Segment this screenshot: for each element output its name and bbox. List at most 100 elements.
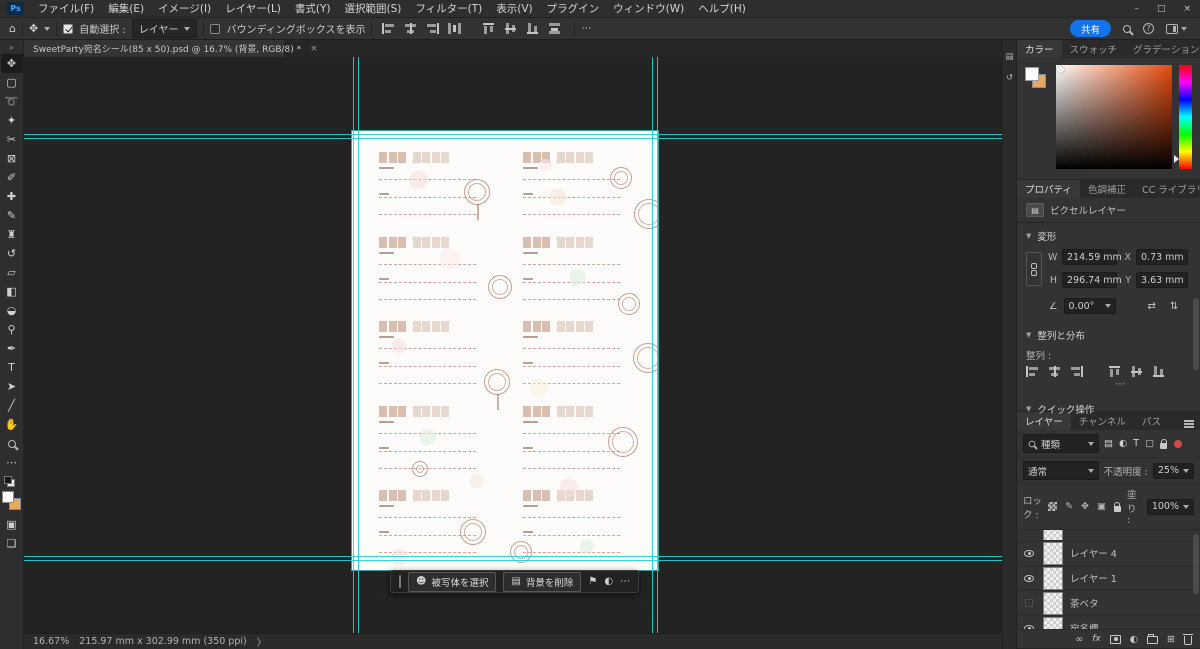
object-selection-tool[interactable]: ✦	[1, 111, 23, 130]
share-button[interactable]: 共有	[1069, 20, 1111, 37]
distribute-h-icon[interactable]	[448, 23, 462, 34]
tab-swatches[interactable]: スウォッチ	[1062, 40, 1126, 58]
guide-horizontal[interactable]	[24, 134, 1002, 135]
edit-toolbar-tool[interactable]: ⋯	[1, 453, 23, 472]
tool-preset-caret-icon[interactable]	[44, 26, 51, 31]
screen-mode-button[interactable]: ❏	[1, 534, 23, 553]
history-brush-tool[interactable]: ↺	[1, 244, 23, 263]
maximize-button[interactable]: □	[1148, 4, 1175, 14]
properties-scrollbar[interactable]	[1193, 298, 1199, 370]
rotation-field[interactable]: 0.00°	[1063, 298, 1116, 314]
close-button[interactable]: ×	[1174, 4, 1200, 14]
layer-row[interactable]: レイヤー 1	[1017, 566, 1200, 591]
visibility-cell[interactable]	[1022, 574, 1036, 582]
smart-object-filter-icon[interactable]	[1160, 438, 1168, 449]
lock-all-icon[interactable]	[1113, 501, 1121, 512]
visibility-cell[interactable]	[1022, 599, 1036, 607]
tab-close-icon[interactable]: ×	[310, 44, 318, 54]
color-field[interactable]	[1056, 65, 1172, 169]
photoshop-logo[interactable]: Ps	[7, 2, 24, 15]
lock-transparent-icon[interactable]	[1048, 502, 1058, 511]
menu-item[interactable]: 編集(E)	[101, 3, 151, 15]
history-panel-icon[interactable]: ↺	[1006, 73, 1013, 83]
link-layers-icon[interactable]: ∞	[1075, 634, 1083, 645]
opacity-dropdown[interactable]: 25%	[1152, 462, 1194, 479]
menu-item[interactable]: レイヤー(L)	[218, 3, 288, 15]
hidden-eye-box[interactable]	[1025, 599, 1033, 607]
new-layer-icon[interactable]: ⊞	[1167, 634, 1175, 645]
rectangular-marquee-tool[interactable]: ▢	[1, 73, 23, 92]
layer-mask-icon[interactable]	[1109, 634, 1121, 644]
select-subject-button[interactable]: ☻ 被写体を選択	[408, 571, 497, 592]
eye-icon[interactable]	[1024, 624, 1034, 629]
align-more-icon[interactable]: ⋯	[1017, 377, 1200, 390]
align-bottom-icon[interactable]	[527, 23, 541, 34]
line-tool[interactable]: ╱	[1, 396, 23, 415]
hue-slider-marker[interactable]	[1174, 155, 1179, 163]
lock-artboard-icon[interactable]: ▣	[1097, 501, 1106, 512]
layer-thumbnail[interactable]	[1043, 530, 1063, 540]
zoom-tool[interactable]	[1, 434, 23, 453]
blur-tool[interactable]: ◒	[1, 301, 23, 320]
pen-tool[interactable]: ✒	[1, 339, 23, 358]
delete-layer-icon[interactable]	[1183, 633, 1193, 645]
x-field[interactable]: 0.73 mm	[1136, 249, 1188, 265]
visibility-cell[interactable]	[1022, 549, 1036, 557]
brush-tool[interactable]: ✎	[1, 206, 23, 225]
menu-item[interactable]: ヘルプ(H)	[691, 3, 753, 15]
menu-item[interactable]: 書式(Y)	[288, 3, 338, 15]
visibility-cell[interactable]	[1022, 624, 1036, 629]
filter-toggle-icon[interactable]	[1174, 439, 1183, 448]
eye-icon[interactable]	[1024, 549, 1034, 557]
layer-thumbnail[interactable]	[1043, 591, 1063, 615]
quick-mask-button[interactable]: ▣	[1, 515, 23, 534]
workspace-caret-icon[interactable]	[1181, 26, 1187, 31]
help-icon[interactable]: ?	[1143, 23, 1154, 34]
remove-background-button[interactable]: ▤ 背景を削除	[503, 571, 582, 592]
frame-tool[interactable]: ⊠	[1, 149, 23, 168]
guide-vertical[interactable]	[652, 57, 653, 633]
guide-vertical[interactable]	[656, 57, 658, 633]
align-bottom-icon[interactable]	[1153, 366, 1166, 377]
layer-row[interactable]	[1017, 530, 1200, 541]
menu-item[interactable]: フィルター(T)	[408, 3, 489, 15]
hand-tool[interactable]: ✋	[1, 415, 23, 434]
layer-filter-dropdown[interactable]: 種類	[1023, 434, 1099, 453]
align-top-icon[interactable]	[1109, 366, 1122, 377]
eye-icon[interactable]	[1024, 574, 1034, 582]
menu-item[interactable]: イメージ(I)	[151, 3, 218, 15]
quick-actions-header[interactable]: ▼ クイック操作	[1017, 396, 1200, 422]
color-swatches[interactable]	[2, 491, 21, 510]
layer-row[interactable]: 茶ベタ	[1017, 591, 1200, 616]
eraser-tool[interactable]: ▱	[1, 263, 23, 282]
align-section-header[interactable]: ▼ 整列と分布	[1017, 322, 1200, 348]
dodge-tool[interactable]: ⚲	[1, 320, 23, 339]
layer-thumbnail[interactable]	[1043, 541, 1063, 565]
blend-mode-dropdown[interactable]: 通常	[1023, 461, 1099, 480]
color-picker-marker[interactable]	[1057, 66, 1064, 73]
canvas-area[interactable]: ☻ 被写体を選択 ▤ 背景を削除 ⚑ ◐ ⋯	[24, 57, 1002, 633]
transform-section-header[interactable]: ▼ 変形	[1017, 223, 1200, 249]
foreground-color-swatch[interactable]	[2, 491, 14, 503]
lock-position-icon[interactable]: ✥	[1081, 501, 1089, 512]
type-layer-filter-icon[interactable]: T	[1133, 438, 1139, 449]
more-options-icon[interactable]: ⋯	[581, 23, 592, 34]
menu-item[interactable]: 選択範囲(S)	[338, 3, 409, 15]
tab-cc-libraries[interactable]: CC ライブラリ	[1134, 180, 1200, 198]
align-center-v-icon[interactable]	[505, 23, 519, 34]
align-left-icon[interactable]	[382, 23, 396, 34]
y-field[interactable]: 3.63 mm	[1136, 272, 1188, 288]
search-icon[interactable]	[1123, 24, 1131, 33]
align-center-h-icon[interactable]	[404, 23, 418, 34]
menu-item[interactable]: ウィンドウ(W)	[606, 3, 691, 15]
height-field[interactable]: 296.74 mm	[1062, 272, 1122, 288]
type-tool[interactable]: T	[1, 358, 23, 377]
pixel-layer-filter-icon[interactable]: ▤	[1104, 438, 1113, 449]
status-popup-arrow-icon[interactable]: 〉	[257, 635, 267, 649]
move-tool[interactable]: ✥	[0, 54, 23, 73]
taskbar-more-icon[interactable]: ⋯	[620, 576, 630, 587]
menu-item[interactable]: 表示(V)	[489, 3, 539, 15]
spot-healing-tool[interactable]: ✚	[1, 187, 23, 206]
clone-stamp-tool[interactable]: ♜	[1, 225, 23, 244]
tab-gradients[interactable]: グラデーション	[1125, 40, 1200, 58]
